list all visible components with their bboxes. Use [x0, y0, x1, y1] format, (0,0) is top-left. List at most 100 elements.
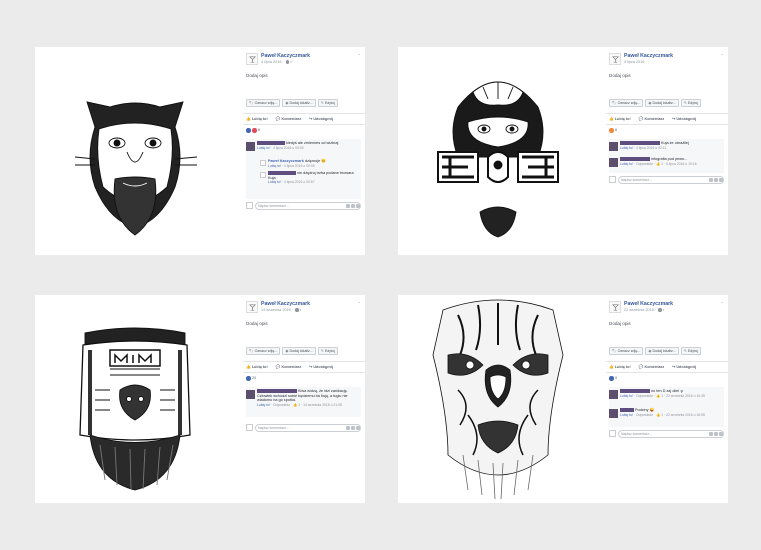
comment-timestamp[interactable]: · Odpowiedz · 👍 1 · 22 września 2016 o 1… [634, 394, 705, 398]
add-location-button[interactable]: ◉Dodaj lokaliz... [645, 99, 679, 107]
emoji-icon[interactable] [346, 426, 350, 430]
comment-button[interactable]: 💬Komentarz [639, 116, 664, 121]
options-chevron-icon[interactable]: ⌃ [358, 301, 361, 306]
comment-timestamp[interactable]: · Odpowiedz · 👍 1 · 22 września 2016 o 1… [634, 413, 705, 417]
share-button[interactable]: ↪Udostępnij [309, 116, 333, 121]
comment-label: Komentarz [644, 365, 665, 369]
reply-like-link[interactable]: Lubię to! [268, 180, 281, 184]
post-date[interactable]: 4 lipca 2016 [624, 60, 644, 64]
comment-like-link[interactable]: Lubię to! [620, 146, 633, 150]
comment-like-link[interactable]: Lubię to! [620, 162, 633, 166]
comment-timestamp[interactable]: · Odpowiedz · 👍 1 · 5 lipca 2016 o 19:16 [634, 162, 697, 166]
tag-photo-button[interactable]: 🏷Oznacz zdję... [609, 347, 644, 355]
share-button[interactable]: ↪Udostępnij [672, 364, 696, 369]
edit-button[interactable]: ✎Edytuj [680, 347, 701, 355]
emoji-icon[interactable] [709, 432, 713, 436]
caret-down-icon[interactable]: ▾ [300, 308, 302, 312]
comment-like-link[interactable]: Lubię to! [257, 146, 270, 150]
add-location-button[interactable]: ◉Dodaj lokaliz... [645, 347, 679, 355]
comment-input[interactable]: Napisz komentarz... [618, 429, 724, 438]
tag-photo-button[interactable]: 🏷Oznacz zdję... [246, 347, 281, 355]
commenter-avatar[interactable] [609, 409, 618, 418]
gif-icon[interactable] [718, 178, 723, 182]
camera-icon[interactable] [714, 432, 718, 436]
author-avatar[interactable] [609, 301, 621, 313]
post-date[interactable]: 4 lipca 2016 · ▾ [261, 60, 292, 64]
like-button[interactable]: 👍Lubię to! [609, 116, 631, 121]
comment-like-link[interactable]: Lubię to! [257, 403, 270, 407]
like-button[interactable]: 👍Lubię to! [246, 364, 268, 369]
comment-input[interactable]: Napisz komentarz... [618, 175, 724, 184]
author-avatar[interactable] [246, 301, 258, 313]
camera-icon[interactable] [351, 426, 355, 430]
post-panel: Paweł Kaczyczmark 4 lipca 2016 ⌃ Dodaj o… [606, 47, 728, 255]
reactions-summary[interactable]: 6 [246, 128, 260, 133]
reactions-summary[interactable]: 6 [609, 128, 617, 133]
author-avatar[interactable] [246, 53, 258, 65]
comment-like-link[interactable]: Lubię to! [620, 413, 633, 417]
comment-input[interactable]: Napisz komentarz... [255, 201, 361, 210]
gif-icon[interactable] [355, 426, 360, 430]
edit-button[interactable]: ✎Edytuj [317, 347, 338, 355]
tag-photo-button[interactable]: 🏷Oznacz zdję... [246, 99, 281, 107]
share-button[interactable]: ↪Udostępnij [309, 364, 333, 369]
post-date-text[interactable]: 4 lipca 2016 · [261, 60, 284, 64]
post-date-text[interactable]: 4 lipca 2016 [624, 60, 644, 64]
author-name[interactable]: Paweł Kaczyczmark [624, 53, 673, 59]
reply-timestamp[interactable]: · 4 lipca 2016 o 00:05 [282, 164, 315, 168]
reactions-summary[interactable]: 9 [609, 376, 617, 381]
edit-button[interactable]: ✎Edytuj [680, 99, 701, 107]
author-name[interactable]: Paweł Kaczyczmark [261, 53, 310, 59]
post-date[interactable]: 14 września 2016 · ▾ [261, 308, 301, 312]
comment-timestamp[interactable]: · 4 lipca 2016 o 02:11 [634, 146, 666, 150]
add-location-button[interactable]: ◉Dodaj lokaliz... [282, 347, 316, 355]
add-location-button[interactable]: ◉Dodaj lokaliz... [282, 99, 316, 107]
like-button[interactable]: 👍Lubię to! [246, 116, 268, 121]
options-chevron-icon[interactable]: ⌃ [358, 53, 361, 58]
comment-button[interactable]: 💬Komentarz [276, 364, 301, 369]
tag-photo-button[interactable]: 🏷Oznacz zdję... [609, 99, 644, 107]
add-description-link[interactable]: Dodaj opis [246, 73, 268, 78]
add-description-link[interactable]: Dodaj opis [609, 73, 631, 78]
author-name[interactable]: Paweł Kaczyczmark [624, 301, 673, 307]
commenter-avatar[interactable] [609, 142, 618, 151]
post-date-text[interactable]: 22 września 2016 · [624, 308, 656, 312]
share-button[interactable]: ↪Udostępnij [672, 116, 696, 121]
reply-avatar[interactable] [260, 160, 266, 166]
comment: no ten D zaj oliel :p Lubię to! · Odpowie… [609, 389, 724, 406]
reply-like-link[interactable]: Lubię to! [268, 164, 281, 168]
camera-icon[interactable] [714, 178, 718, 182]
comment-button[interactable]: 💬Komentarz [276, 116, 301, 121]
comment-timestamp[interactable]: · 4 lipca 2016 o 00:05 [271, 146, 304, 150]
comment-timestamp[interactable]: · Odpowiedz · 👍 1 · 14 września 2016 o 2… [271, 403, 342, 407]
reply-timestamp[interactable]: · 4 lipca 2016 o 00:57 [282, 180, 315, 184]
post-date[interactable]: 22 września 2016 · ▾ [624, 308, 664, 312]
options-chevron-icon[interactable]: ⌃ [721, 53, 724, 58]
caret-down-icon[interactable]: ▾ [290, 60, 292, 64]
options-chevron-icon[interactable]: ⌃ [721, 301, 724, 306]
commenter-avatar[interactable] [609, 158, 618, 167]
like-button[interactable]: 👍Lubię to! [609, 364, 631, 369]
commenter-avatar[interactable] [609, 390, 618, 399]
emoji-icon[interactable] [709, 178, 713, 182]
gif-icon[interactable] [718, 432, 723, 436]
reply-author[interactable]: Paweł Kaczyczmark [268, 159, 304, 163]
gif-icon[interactable] [355, 204, 360, 208]
emoji-icon[interactable] [346, 204, 350, 208]
camera-icon[interactable] [351, 204, 355, 208]
add-description-link[interactable]: Dodaj opis [609, 321, 631, 326]
comment-input[interactable]: Napisz komentarz... [255, 423, 361, 432]
post-date-text[interactable]: 14 września 2016 · [261, 308, 293, 312]
commenter-avatar[interactable] [246, 390, 255, 399]
author-avatar[interactable] [609, 53, 621, 65]
commenter-avatar[interactable] [246, 142, 255, 151]
reply-avatar[interactable] [260, 172, 266, 178]
caret-down-icon[interactable]: ▾ [663, 308, 665, 312]
reactions-summary[interactable]: 20 [246, 376, 256, 381]
add-description-link[interactable]: Dodaj opis [246, 321, 268, 326]
comment-like-link[interactable]: Lubię to! [620, 394, 633, 398]
author-name[interactable]: Paweł Kaczyczmark [261, 301, 310, 307]
comment-button[interactable]: 💬Komentarz [639, 364, 664, 369]
tag-toolbar: 🏷Oznacz zdję... ◉Dodaj lokaliz... ✎Edytu… [609, 347, 701, 355]
edit-button[interactable]: ✎Edytuj [317, 99, 338, 107]
